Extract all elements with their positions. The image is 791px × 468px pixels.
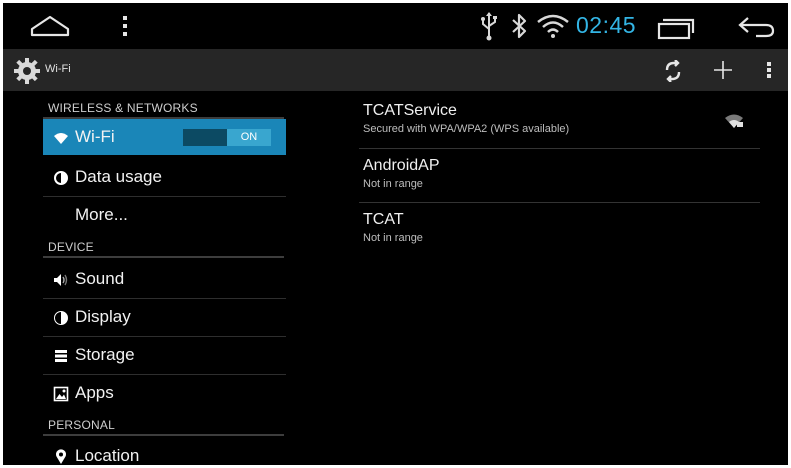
- sidebar-item-label: More...: [75, 205, 128, 224]
- data-usage-icon: [53, 170, 69, 186]
- settings-sidebar: WIRELESS & NETWORKS Wi-Fi ON Data usage …: [3, 91, 303, 465]
- sidebar-item-storage[interactable]: Storage: [43, 337, 286, 373]
- network-item-androidap[interactable]: AndroidAP Not in range: [363, 157, 763, 190]
- recent-apps-icon[interactable]: [655, 16, 695, 40]
- sidebar-item-label: Data usage: [75, 167, 162, 186]
- back-icon[interactable]: [736, 13, 776, 39]
- sidebar-item-more[interactable]: More...: [43, 197, 286, 233]
- sidebar-item-apps[interactable]: Apps: [43, 375, 286, 411]
- home-icon[interactable]: [29, 13, 71, 37]
- sidebar-item-label: Storage: [75, 345, 135, 364]
- action-bar: Wi-Fi: [3, 49, 788, 91]
- overflow-menu-icon[interactable]: [764, 60, 774, 80]
- device-screen: 02:45 Wi-Fi WIRELESS & NETWORKS Wi-Fi ON…: [3, 3, 788, 465]
- section-header-wireless: WIRELESS & NETWORKS: [48, 101, 198, 115]
- sidebar-item-label: Location: [75, 446, 140, 465]
- divider: [359, 148, 760, 149]
- wifi-signal-icon: [724, 113, 744, 129]
- wifi-toggle[interactable]: ON: [183, 129, 271, 146]
- clock: 02:45: [576, 12, 637, 38]
- sidebar-item-wifi[interactable]: Wi-Fi ON: [43, 119, 286, 155]
- network-item-tcat[interactable]: TCAT Not in range: [363, 211, 763, 244]
- storage-icon: [53, 348, 69, 364]
- apps-icon: [53, 386, 69, 402]
- sidebar-item-label: Apps: [75, 383, 114, 402]
- network-status: Not in range: [363, 178, 423, 190]
- page-title: Wi-Fi: [45, 63, 71, 75]
- sidebar-item-location[interactable]: Location: [43, 438, 286, 465]
- settings-gear-icon[interactable]: [14, 58, 40, 84]
- sidebar-item-label: Wi-Fi: [75, 127, 115, 146]
- wifi-icon: [53, 130, 69, 146]
- network-name: AndroidAP: [363, 157, 440, 174]
- location-icon: [53, 449, 69, 465]
- network-name: TCAT: [363, 211, 404, 228]
- sidebar-item-label: Display: [75, 307, 131, 326]
- usb-icon: [479, 11, 499, 41]
- section-header-personal: PERSONAL: [48, 418, 115, 432]
- sidebar-item-label: Sound: [75, 269, 125, 288]
- display-icon: [53, 310, 69, 326]
- status-bar: 02:45: [3, 3, 788, 48]
- wifi-network-list: TCATService Secured with WPA/WPA2 (WPS a…: [303, 91, 788, 465]
- sidebar-item-sound[interactable]: Sound: [43, 261, 286, 297]
- bluetooth-icon: [508, 11, 530, 41]
- section-divider: [43, 256, 284, 258]
- divider: [359, 202, 760, 203]
- sidebar-item-display[interactable]: Display: [43, 299, 286, 335]
- network-name: TCATService: [363, 102, 457, 119]
- toggle-on-label: ON: [227, 129, 271, 146]
- network-status: Secured with WPA/WPA2 (WPS available): [363, 123, 570, 135]
- scan-icon[interactable]: [663, 59, 683, 83]
- section-divider: [43, 434, 284, 436]
- section-header-device: DEVICE: [48, 240, 94, 254]
- wifi-status-icon: [536, 14, 570, 38]
- sidebar-item-data-usage[interactable]: Data usage: [43, 159, 286, 195]
- network-status: Not in range: [363, 232, 423, 244]
- add-network-icon[interactable]: [713, 60, 733, 80]
- menu-dots-icon[interactable]: [116, 13, 134, 39]
- sound-icon: [53, 272, 69, 288]
- network-item-tcatservice[interactable]: TCATService Secured with WPA/WPA2 (WPS a…: [363, 102, 763, 135]
